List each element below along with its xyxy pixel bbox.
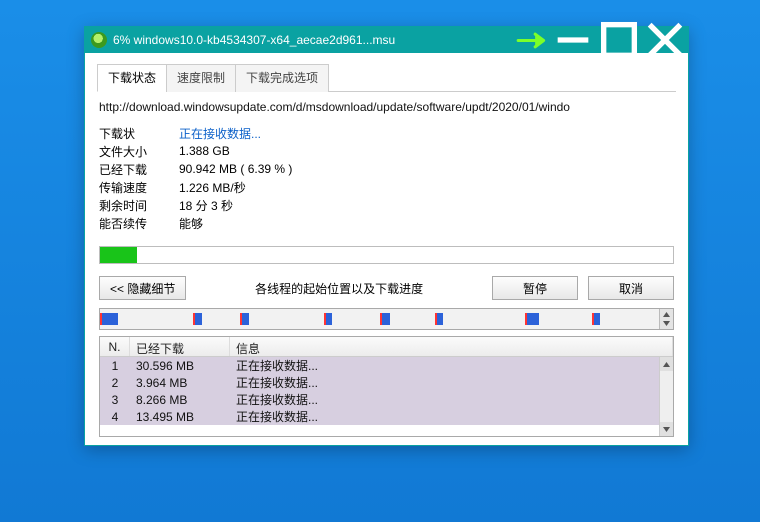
table-row[interactable]: 413.495 MB正在接收数据... xyxy=(100,408,659,425)
value-resumable: 能够 xyxy=(179,215,203,232)
threads-caption: 各线程的起始位置以及下载进度 xyxy=(196,280,482,297)
progress-fill xyxy=(100,247,137,263)
threads-table: N. 已经下载 信息 130.596 MB正在接收数据...23.964 MB正… xyxy=(99,336,674,437)
label-resumable: 能否续传 xyxy=(99,215,179,232)
hide-details-button[interactable]: << 隐藏细节 xyxy=(99,276,186,300)
label-status: 下载状 xyxy=(99,125,179,142)
cell-n: 1 xyxy=(100,359,130,373)
threads-header: N. 已经下载 信息 xyxy=(100,337,673,357)
download-dialog: 6% windows10.0-kb4534307-x64_aecae2d961.… xyxy=(84,26,689,446)
tab-speed-limit[interactable]: 速度限制 xyxy=(166,64,236,92)
info-grid: 下载状 正在接收数据... 文件大小 1.388 GB 已经下载 90.942 … xyxy=(99,124,674,232)
tab-bar: 下载状态 速度限制 下载完成选项 xyxy=(97,63,676,92)
client-area: 下载状态 速度限制 下载完成选项 http://download.windows… xyxy=(85,53,688,445)
threads-scrollbar[interactable] xyxy=(659,357,673,436)
progress-bar xyxy=(99,246,674,264)
threads-body: 130.596 MB正在接收数据...23.964 MB正在接收数据...38.… xyxy=(100,357,673,436)
table-row[interactable]: 130.596 MB正在接收数据... xyxy=(100,357,659,374)
col-n[interactable]: N. xyxy=(100,337,130,356)
cell-n: 4 xyxy=(100,410,130,424)
cell-downloaded: 30.596 MB xyxy=(130,359,230,373)
minimize-button[interactable] xyxy=(550,27,596,53)
col-info[interactable]: 信息 xyxy=(230,337,673,356)
threads-rows: 130.596 MB正在接收数据...23.964 MB正在接收数据...38.… xyxy=(100,357,659,425)
action-row: << 隐藏细节 各线程的起始位置以及下载进度 暂停 取消 xyxy=(99,276,674,300)
maximize-button[interactable] xyxy=(596,27,642,53)
cell-info: 正在接收数据... xyxy=(230,391,659,408)
tab-download-status[interactable]: 下载状态 xyxy=(97,64,167,92)
segment-scroll-down[interactable] xyxy=(659,318,673,329)
download-url: http://download.windowsupdate.com/d/msdo… xyxy=(99,100,674,114)
cell-info: 正在接收数据... xyxy=(230,374,659,391)
cell-downloaded: 8.266 MB xyxy=(130,393,230,407)
segment-track xyxy=(100,313,659,325)
value-status: 正在接收数据... xyxy=(179,125,261,142)
value-filesize: 1.388 GB xyxy=(179,144,230,158)
scroll-down-icon[interactable] xyxy=(660,422,673,436)
title-bar[interactable]: 6% windows10.0-kb4534307-x64_aecae2d961.… xyxy=(85,27,688,53)
value-downloaded: 90.942 MB ( 6.39 % ) xyxy=(179,162,292,176)
app-icon xyxy=(91,32,107,48)
cell-info: 正在接收数据... xyxy=(230,408,659,425)
cell-n: 2 xyxy=(100,376,130,390)
close-button[interactable] xyxy=(642,27,688,53)
value-speed: 1.226 MB/秒 xyxy=(179,179,246,196)
tab-on-complete[interactable]: 下载完成选项 xyxy=(235,64,329,92)
label-speed: 传输速度 xyxy=(99,179,179,196)
pause-button[interactable]: 暂停 xyxy=(492,276,578,300)
move-to-tray-icon[interactable] xyxy=(516,27,550,53)
window-controls xyxy=(516,27,688,53)
label-downloaded: 已经下载 xyxy=(99,161,179,178)
table-row[interactable]: 38.266 MB正在接收数据... xyxy=(100,391,659,408)
cell-n: 3 xyxy=(100,393,130,407)
label-timeleft: 剩余时间 xyxy=(99,197,179,214)
col-downloaded[interactable]: 已经下载 xyxy=(130,337,230,356)
window-title: 6% windows10.0-kb4534307-x64_aecae2d961.… xyxy=(113,33,516,47)
cell-downloaded: 3.964 MB xyxy=(130,376,230,390)
cell-info: 正在接收数据... xyxy=(230,357,659,374)
value-timeleft: 18 分 3 秒 xyxy=(179,197,233,214)
table-row[interactable]: 23.964 MB正在接收数据... xyxy=(100,374,659,391)
scroll-up-icon[interactable] xyxy=(660,357,673,371)
label-filesize: 文件大小 xyxy=(99,143,179,160)
cell-downloaded: 13.495 MB xyxy=(130,410,230,424)
segment-bar[interactable] xyxy=(99,308,674,330)
cancel-button[interactable]: 取消 xyxy=(588,276,674,300)
